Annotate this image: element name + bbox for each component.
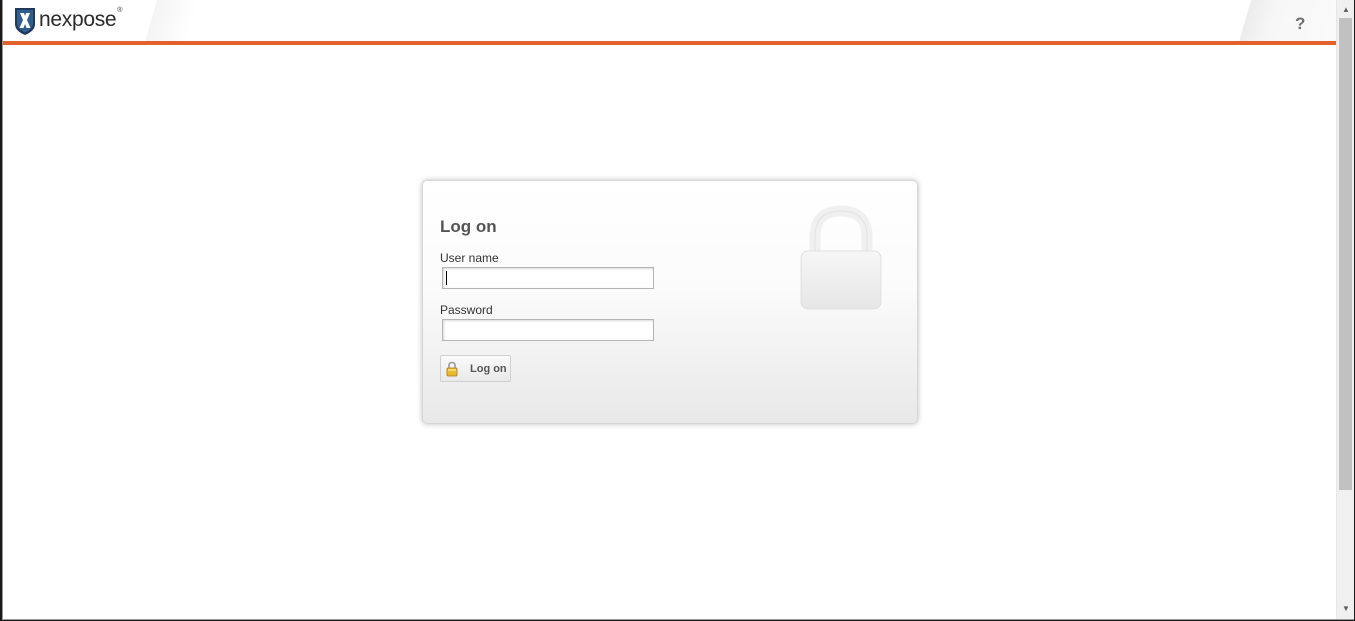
registered-mark: ® [117, 7, 123, 14]
password-label: Password [440, 303, 493, 317]
password-input[interactable] [442, 319, 654, 341]
brand-logo[interactable]: nexpose ® [13, 6, 122, 38]
scroll-down-arrow-icon[interactable]: ▼ [1337, 601, 1354, 617]
top-header: nexpose ® ? [3, 0, 1349, 42]
padlock-icon [446, 361, 458, 376]
brand-name: nexpose [39, 8, 117, 31]
logon-button-label: Log on [470, 362, 507, 375]
browser-window: nexpose ® ? Log on User name Password Lo… [2, 0, 1354, 620]
username-label: User name [440, 251, 499, 265]
header-accent-bar [3, 41, 1336, 45]
scrollbar-thumb[interactable] [1339, 18, 1352, 490]
username-input[interactable] [442, 267, 654, 289]
header-decoration-right [1239, 0, 1349, 42]
header-decoration-left [145, 0, 200, 42]
padlock-watermark-icon [800, 205, 882, 310]
login-panel: Log on User name Password Log on [422, 180, 918, 424]
scroll-up-arrow-icon[interactable]: ▲ [1337, 2, 1354, 18]
nexpose-shield-icon [15, 8, 35, 35]
login-title: Log on [440, 217, 497, 236]
help-icon[interactable]: ? [1295, 14, 1305, 34]
text-caret [446, 271, 447, 285]
logon-button[interactable]: Log on [440, 355, 511, 382]
vertical-scrollbar[interactable]: ▲ ▼ [1336, 0, 1354, 619]
